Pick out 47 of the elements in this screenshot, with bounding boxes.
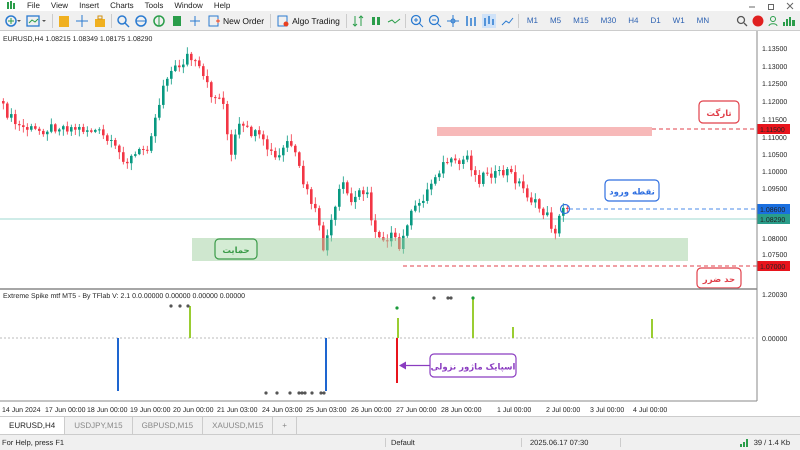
timeframe-button[interactable]: MN <box>692 16 714 25</box>
bar-chart-icon[interactable] <box>464 14 478 28</box>
annotation-label: تارگت <box>698 100 740 124</box>
signal-icon <box>782 14 796 26</box>
timeframe-button[interactable]: M30 <box>596 16 620 25</box>
menu-item[interactable]: Tools <box>144 1 164 10</box>
search-icon[interactable] <box>116 14 130 28</box>
app-icon <box>6 1 16 10</box>
arrow <box>399 362 430 370</box>
timeframe-button[interactable]: M1 <box>522 16 542 25</box>
menu-item[interactable]: Window <box>174 1 203 10</box>
menu-item[interactable]: Help <box>214 1 230 10</box>
alert-icon[interactable] <box>752 14 764 26</box>
signal-icon <box>740 438 750 447</box>
search-icon[interactable] <box>736 14 748 26</box>
order-icon <box>208 14 220 26</box>
annotation-label: حد ضرر <box>696 267 742 289</box>
crosshair-icon[interactable] <box>75 14 89 28</box>
menu-item[interactable]: Charts <box>110 1 134 10</box>
annotation-label: نقطه ورود <box>604 179 660 202</box>
menu-item[interactable]: File <box>27 1 40 10</box>
chart-tab[interactable]: EURUSD,H4 <box>0 417 66 434</box>
arrows-icon[interactable] <box>350 14 365 28</box>
crosshair-icon[interactable] <box>446 14 460 28</box>
timeframe-button[interactable]: M15 <box>569 16 593 25</box>
entry-marker <box>560 204 570 214</box>
zoom-out-icon[interactable] <box>428 14 442 28</box>
chart-shift-icon[interactable] <box>482 14 496 28</box>
annotation-label: اسپایک ماژور نزولی <box>429 353 517 378</box>
annotation-label: حمایت <box>214 238 258 260</box>
timeframe-button[interactable]: W1 <box>668 16 689 25</box>
menu-item[interactable]: View <box>50 1 68 10</box>
restore-icon[interactable] <box>767 2 775 10</box>
close-icon[interactable] <box>786 2 794 10</box>
timeframe-button[interactable]: H4 <box>624 16 642 25</box>
algo-icon <box>277 14 290 26</box>
new-chart-icon[interactable] <box>4 14 22 28</box>
crosshair-icon[interactable] <box>188 14 202 28</box>
timeframe-button[interactable]: D1 <box>646 16 665 25</box>
menu-item[interactable]: Insert <box>79 1 100 10</box>
timeframe-button[interactable]: M5 <box>546 16 566 25</box>
bag-icon[interactable] <box>93 14 107 28</box>
new-order-button[interactable]: New Order <box>206 14 266 28</box>
zoom-in-icon[interactable] <box>410 14 424 28</box>
profiles-icon[interactable] <box>26 14 48 28</box>
algo-trading-button[interactable]: Algo Trading <box>275 14 342 28</box>
user-icon[interactable] <box>768 14 778 26</box>
